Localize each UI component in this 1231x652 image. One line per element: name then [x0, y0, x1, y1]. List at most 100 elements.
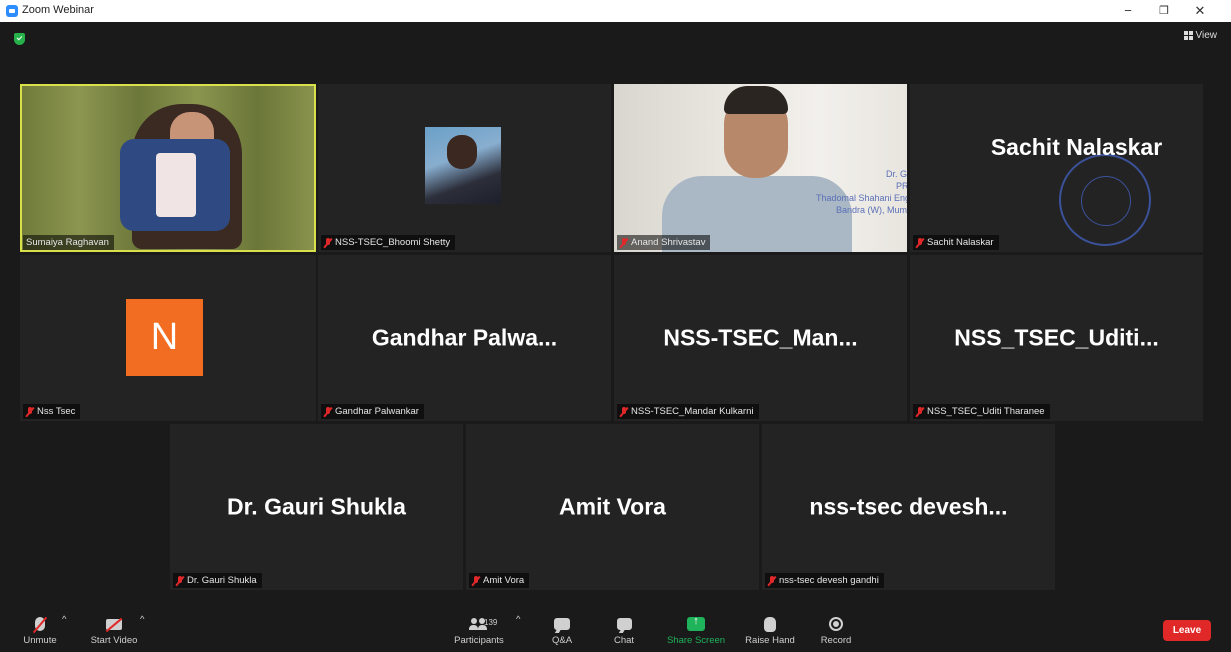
participant-tile-uditi[interactable]: NSS_TSEC_Uditi... NSS_TSEC_Uditi Tharane…	[910, 255, 1203, 421]
record-label: Record	[820, 635, 852, 646]
meeting-topbar: View	[0, 22, 1231, 52]
participant-name: Anand Shrivastav	[631, 237, 706, 248]
unmute-label: Unmute	[23, 635, 57, 646]
participant-name-label: Sumaiya Raghavan	[23, 235, 114, 250]
view-button[interactable]: View	[1183, 30, 1218, 41]
participant-name-label: Nss Tsec	[23, 404, 81, 419]
college-seal-icon	[1059, 154, 1151, 246]
participant-name-label: NSS-TSEC_Mandar Kulkarni	[617, 404, 759, 419]
restore-button[interactable]: ❐	[1154, 2, 1174, 20]
chat-label: Chat	[613, 635, 635, 646]
participant-name: NSS-TSEC_Bhoomi Shetty	[335, 237, 451, 248]
participant-name: Nss Tsec	[37, 406, 76, 417]
participant-display-name: nss-tsec devesh...	[809, 493, 1008, 520]
gallery-view: Sumaiya Raghavan NSS-TSEC_Bhoomi Shetty …	[0, 52, 1231, 608]
stamp-line: Thadomal Shahani Engineering College	[816, 193, 907, 203]
participant-display-name: NSS_TSEC_Uditi...	[954, 324, 1159, 351]
chat-icon	[616, 618, 632, 630]
participant-tile-gandhar[interactable]: Gandhar Palwa... Gandhar Palwankar	[318, 255, 611, 421]
participant-name-label: Anand Shrivastav	[617, 235, 711, 250]
mic-muted-icon	[768, 575, 776, 586]
close-button[interactable]: ✕	[1190, 2, 1210, 20]
audio-options-caret[interactable]: ^	[62, 614, 66, 625]
participants-label: Participants	[454, 635, 504, 646]
meeting-toolbar: Unmute ^ Start Video ^ 139 Participants …	[0, 608, 1231, 652]
video-hair	[724, 86, 788, 114]
participant-name: NSS_TSEC_Uditi Tharanee	[927, 406, 1045, 417]
participant-name: nss-tsec devesh gandhi	[779, 575, 879, 586]
qa-button[interactable]: Q&A	[546, 614, 578, 646]
grid-view-icon	[1183, 31, 1193, 40]
participant-tile-nss-tsec[interactable]: N Nss Tsec	[20, 255, 316, 421]
participant-name: Sachit Nalaskar	[927, 237, 994, 248]
participant-count: 139	[484, 618, 498, 627]
participant-tile-mandar[interactable]: NSS-TSEC_Man... NSS-TSEC_Mandar Kulkarni	[614, 255, 907, 421]
participant-name-label: Gandhar Palwankar	[321, 404, 424, 419]
participant-display-name: Sachit Nalaskar	[990, 134, 1163, 160]
participants-options-caret[interactable]: ^	[516, 614, 520, 625]
qa-icon	[554, 618, 570, 630]
chat-button[interactable]: Chat	[608, 614, 640, 646]
participant-name-label: NSS-TSEC_Bhoomi Shetty	[321, 235, 456, 250]
mic-muted-icon	[916, 237, 924, 248]
participant-name-label: Sachit Nalaskar	[913, 235, 999, 250]
mic-muted-icon	[26, 406, 34, 417]
record-button[interactable]: Record	[816, 614, 856, 646]
window-titlebar: Zoom Webinar − ❐ ✕	[0, 0, 1231, 22]
unmute-button[interactable]: Unmute	[18, 614, 62, 646]
participant-name-label: NSS_TSEC_Uditi Tharanee	[913, 404, 1050, 419]
window-title: Zoom Webinar	[22, 4, 94, 16]
camera-off-icon	[106, 618, 122, 630]
microphone-muted-icon	[35, 617, 45, 631]
mic-muted-icon	[916, 406, 924, 417]
participant-display-name: NSS-TSEC_Man...	[663, 324, 858, 351]
share-screen-icon	[687, 615, 705, 631]
share-screen-button[interactable]: Share Screen	[664, 614, 728, 646]
leave-button[interactable]: Leave	[1163, 620, 1211, 641]
record-icon	[829, 617, 843, 631]
mic-muted-icon	[324, 237, 332, 248]
view-label: View	[1195, 30, 1218, 41]
minimize-button[interactable]: −	[1118, 2, 1138, 20]
participant-tile-sumaiya[interactable]: Sumaiya Raghavan	[20, 84, 316, 252]
qa-label: Q&A	[551, 635, 573, 646]
mic-muted-icon	[620, 237, 628, 248]
mic-muted-icon	[472, 575, 480, 586]
participant-name-label: Amit Vora	[469, 573, 530, 588]
participant-tile-amit[interactable]: Amit Vora Amit Vora	[466, 424, 759, 590]
mic-muted-icon	[176, 575, 184, 586]
participant-display-name: Amit Vora	[559, 493, 666, 520]
profile-picture	[425, 127, 501, 204]
participants-button[interactable]: 139 Participants	[448, 614, 510, 646]
participant-name: NSS-TSEC_Mandar Kulkarni	[631, 406, 754, 417]
avatar: N	[126, 299, 203, 376]
participant-display-name: Gandhar Palwa...	[371, 324, 558, 351]
participant-name: Amit Vora	[483, 575, 525, 586]
stamp-line: Dr. G. T. Thampi	[886, 169, 907, 179]
participant-name: Gandhar Palwankar	[335, 406, 419, 417]
participant-name: Sumaiya Raghavan	[26, 237, 109, 248]
raise-hand-button[interactable]: Raise Hand	[742, 614, 798, 646]
raise-hand-label: Raise Hand	[745, 635, 795, 646]
stamp-line: PRINCIPAL	[896, 181, 907, 191]
participant-name-label: Dr. Gauri Shukla	[173, 573, 262, 588]
participant-name-label: nss-tsec devesh gandhi	[765, 573, 884, 588]
video-options-caret[interactable]: ^	[140, 614, 144, 625]
raise-hand-icon	[764, 616, 776, 632]
participant-tile-anand[interactable]: Dr. G. T. Thampi PRINCIPAL Thadomal Shah…	[614, 84, 907, 252]
start-video-label: Start Video	[90, 635, 138, 646]
stamp-line: Bandra (W), Mumbai - 400 050.	[836, 205, 907, 215]
share-screen-label: Share Screen	[666, 635, 726, 646]
participant-tile-bhoomi[interactable]: NSS-TSEC_Bhoomi Shetty	[318, 84, 611, 252]
security-shield-icon[interactable]	[14, 33, 25, 45]
participant-name: Dr. Gauri Shukla	[187, 575, 257, 586]
start-video-button[interactable]: Start Video	[86, 614, 142, 646]
mic-muted-icon	[324, 406, 332, 417]
zoom-app-icon	[6, 5, 18, 17]
principal-stamp-text: Dr. G. T. Thampi PRINCIPAL Thadomal Shah…	[816, 168, 907, 216]
mic-muted-icon	[620, 406, 628, 417]
participant-tile-gauri[interactable]: Dr. Gauri Shukla Dr. Gauri Shukla	[170, 424, 463, 590]
video-device	[120, 139, 230, 231]
participant-tile-devesh[interactable]: nss-tsec devesh... nss-tsec devesh gandh…	[762, 424, 1055, 590]
participant-tile-sachit[interactable]: Sachit Nalaskar Sachit Nalaskar	[910, 84, 1203, 252]
